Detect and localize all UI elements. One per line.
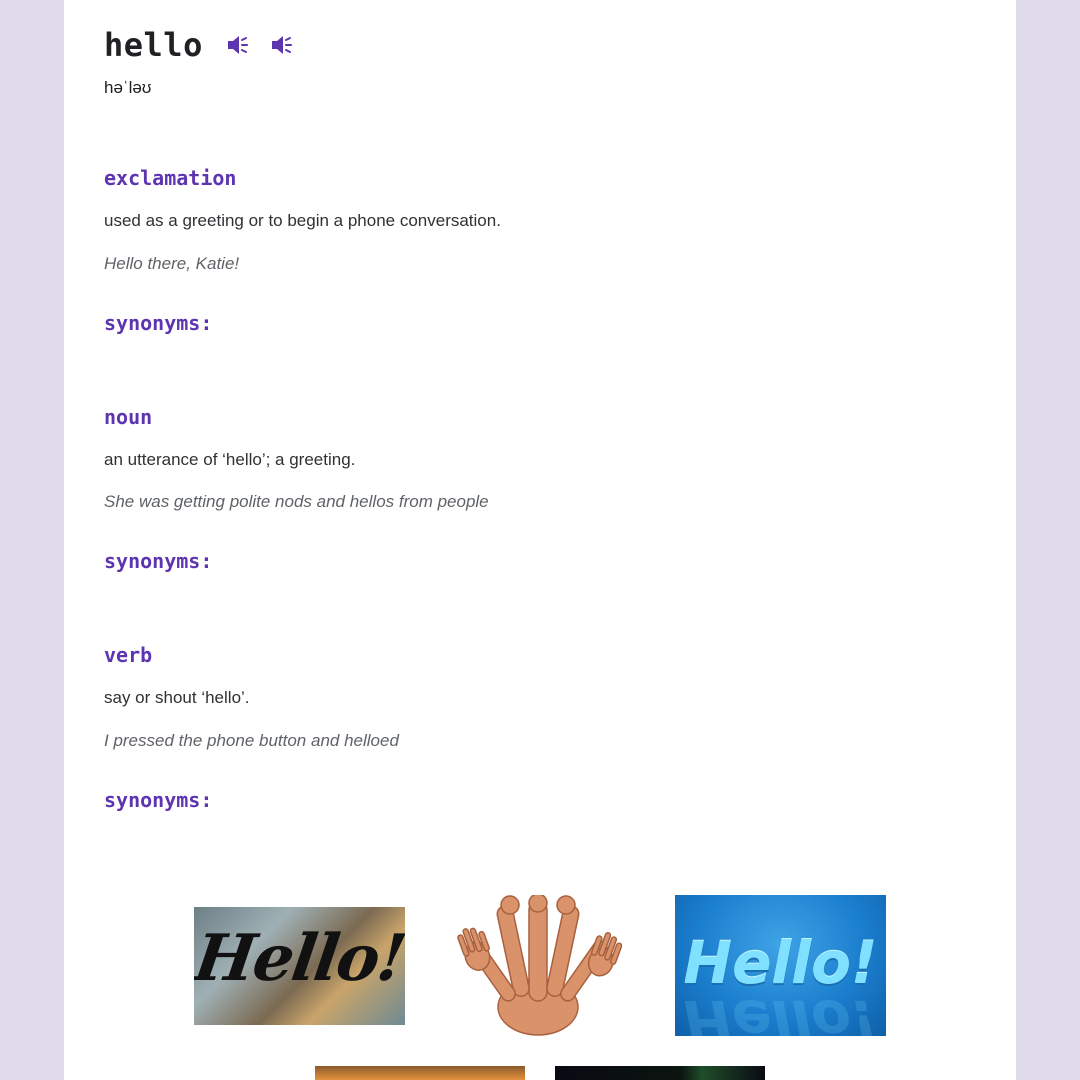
phonetic-transcription: həˈləʊ	[104, 78, 152, 97]
image-text: Hello!	[194, 921, 405, 996]
synonyms-label[interactable]: synonyms:	[104, 311, 212, 335]
part-of-speech-noun: noun	[104, 405, 153, 429]
word-header: hello	[104, 26, 295, 64]
image-text-reflection: Hello!	[683, 987, 878, 1036]
example-sentence: She was getting polite nods and hellos f…	[104, 492, 489, 511]
sunset-image[interactable]	[315, 1066, 525, 1080]
example-sentence: Hello there, Katie!	[104, 254, 240, 273]
definition: an utterance of ‘hello’; a greeting.	[104, 450, 356, 469]
speaker-icon[interactable]	[269, 32, 295, 58]
synonyms-label[interactable]: synonyms:	[104, 549, 212, 573]
synonyms-label[interactable]: synonyms:	[104, 788, 212, 812]
headword: hello	[104, 26, 203, 64]
dark-plant-image[interactable]	[555, 1066, 765, 1080]
part-of-speech-verb: verb	[104, 643, 153, 667]
hello-blue-3d-image[interactable]: Hello! Hello!	[675, 895, 886, 1036]
hello-rain-glass-image[interactable]: Hello!	[194, 907, 405, 1025]
definition: say or shout ‘hello’.	[104, 688, 250, 707]
definition: used as a greeting or to begin a phone c…	[104, 211, 501, 230]
waving-hands-image[interactable]	[436, 895, 641, 1037]
example-sentence: I pressed the phone button and helloed	[104, 731, 399, 750]
dictionary-card: hello həˈləʊ exclamation used as a greet…	[64, 0, 1016, 1080]
part-of-speech-exclamation: exclamation	[104, 166, 237, 190]
speaker-icon[interactable]	[225, 32, 251, 58]
